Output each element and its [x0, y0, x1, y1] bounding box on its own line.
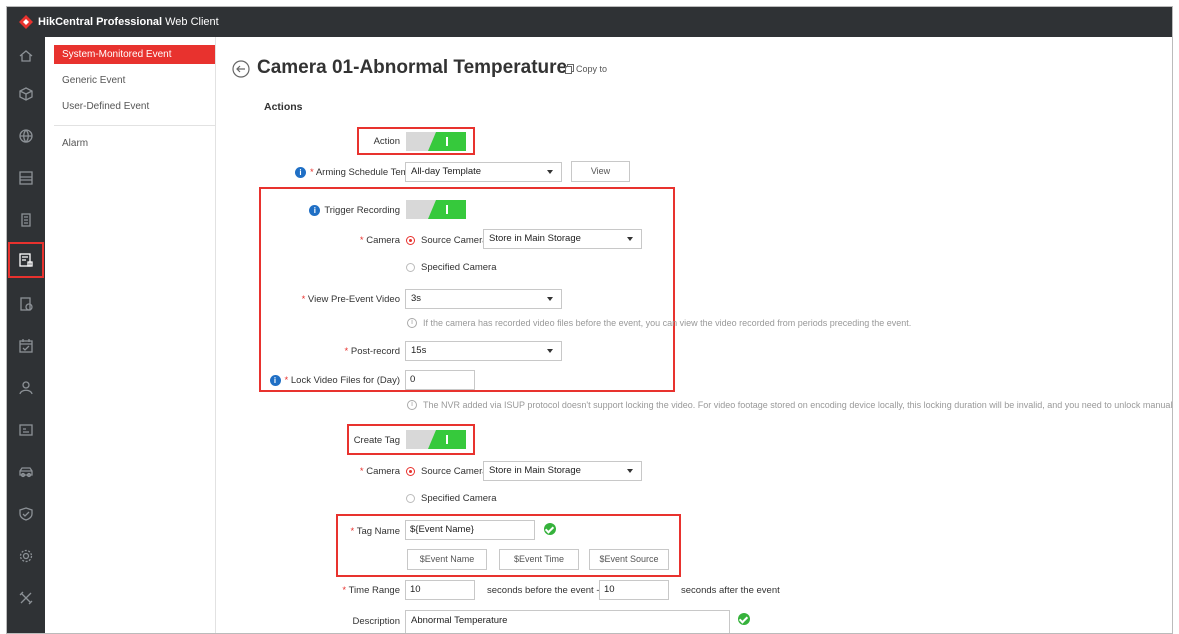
time-range-label: * Time Range — [342, 585, 400, 596]
submenu-item-system-monitored-event[interactable]: System-Monitored Event — [54, 45, 215, 64]
app-window: HikCentral Professional Web Client Syste… — [6, 6, 1173, 634]
radio-selected-icon — [406, 467, 415, 476]
info-icon: i — [309, 205, 321, 216]
section-title-actions: Actions — [264, 101, 303, 113]
trigger-recording-toggle[interactable] — [406, 200, 466, 219]
chevron-down-icon — [547, 170, 553, 174]
description-label: Description — [352, 616, 400, 627]
main-content: Camera 01-Abnormal Temperature Copy to A… — [217, 37, 1172, 633]
radio-unselected-icon — [406, 494, 415, 503]
tools-icon[interactable] — [7, 579, 45, 617]
action-label: Action — [373, 136, 400, 147]
brand-name: HikCentral Professional — [38, 16, 163, 28]
home-icon[interactable] — [7, 37, 45, 75]
lock-video-label: i * Lock Video Files for (Day) — [267, 375, 400, 386]
record-icon[interactable] — [7, 285, 45, 323]
submenu-divider — [54, 125, 215, 126]
camera-label-tag: * Camera — [359, 466, 400, 477]
chevron-down-icon — [627, 469, 633, 473]
insert-event-name-button[interactable]: $Event Name — [407, 549, 487, 570]
copy-to-link[interactable]: Copy to — [565, 64, 607, 74]
create-tag-toggle[interactable] — [406, 430, 466, 449]
create-tag-label: Create Tag — [353, 435, 400, 446]
submenu-item-generic-event[interactable]: Generic Event — [54, 71, 215, 90]
source-camera-radio[interactable]: Source Camera — [406, 235, 488, 246]
title-bar: HikCentral Professional Web Client — [7, 7, 1172, 37]
action-toggle[interactable] — [406, 132, 466, 151]
shield-icon[interactable] — [7, 495, 45, 533]
camera-label: * Camera — [359, 235, 400, 246]
brand-suffix: Web Client — [165, 16, 219, 28]
building-icon[interactable] — [7, 201, 45, 239]
valid-check-icon — [544, 523, 556, 535]
hikcentral-logo-icon — [19, 15, 33, 29]
globe-icon[interactable] — [7, 117, 45, 155]
post-record-label: * Post-record — [344, 346, 400, 357]
submenu-item-alarm[interactable]: Alarm — [54, 134, 215, 153]
trigger-recording-label: i Trigger Recording — [307, 205, 400, 216]
pre-event-hint: i If the camera has recorded video files … — [407, 318, 911, 328]
time-after-input[interactable]: 10 — [599, 580, 669, 600]
chevron-down-icon — [627, 237, 633, 241]
radio-unselected-icon — [406, 263, 415, 272]
description-textarea[interactable]: Abnormal Temperature — [405, 610, 730, 633]
pre-event-video-select[interactable]: 3s — [405, 289, 562, 309]
specified-camera-radio[interactable]: Specified Camera — [406, 262, 497, 273]
info-icon: i — [269, 375, 281, 386]
info-outline-icon: i — [407, 318, 417, 328]
info-icon: i — [295, 167, 306, 178]
source-camera-radio-tag[interactable]: Source Camera — [406, 466, 488, 477]
tag-name-label: * Tag Name — [350, 526, 400, 537]
vehicle-icon[interactable] — [7, 453, 45, 491]
radio-selected-icon — [406, 236, 415, 245]
storage-select-tag[interactable]: Store in Main Storage — [483, 461, 642, 481]
pre-event-video-label: * View Pre-Event Video — [301, 294, 400, 305]
time-after-text: seconds after the event — [681, 585, 780, 596]
copy-to-label: Copy to — [576, 64, 608, 74]
tag-name-input[interactable]: ${Event Name} — [405, 520, 535, 540]
cube-icon[interactable] — [7, 75, 45, 113]
info-outline-icon: i — [407, 400, 417, 410]
valid-check-icon — [738, 613, 750, 625]
insert-event-source-button[interactable]: $Event Source — [589, 549, 669, 570]
calendar-icon[interactable] — [7, 327, 45, 365]
event-submenu: System-Monitored Event Generic Event Use… — [45, 37, 216, 633]
arming-schedule-label: i * Arming Schedule Template — [295, 167, 429, 178]
gear-icon[interactable] — [7, 537, 45, 575]
arming-schedule-select[interactable]: All-day Template — [405, 162, 562, 182]
copy-icon — [565, 64, 574, 74]
storage-icon[interactable] — [7, 159, 45, 197]
storage-select[interactable]: Store in Main Storage — [483, 229, 642, 249]
event-config-icon[interactable] — [7, 241, 45, 279]
specified-camera-radio-tag[interactable]: Specified Camera — [406, 493, 497, 504]
lock-video-hint: i The NVR added via ISUP protocol doesn't… — [407, 400, 1172, 410]
person-icon[interactable] — [7, 369, 45, 407]
submenu-item-user-defined-event[interactable]: User-Defined Event — [54, 97, 215, 116]
time-before-text: seconds before the event - — [487, 585, 600, 596]
chevron-down-icon — [547, 349, 553, 353]
view-button[interactable]: View — [571, 161, 630, 182]
left-nav — [7, 37, 45, 633]
insert-event-time-button[interactable]: $Event Time — [499, 549, 579, 570]
id-card-icon[interactable] — [7, 411, 45, 449]
lock-video-days-input[interactable]: 0 — [405, 370, 475, 390]
chevron-down-icon — [547, 297, 553, 301]
page-title: Camera 01-Abnormal Temperature — [257, 57, 568, 78]
time-before-input[interactable]: 10 — [405, 580, 475, 600]
back-arrow-icon[interactable] — [232, 60, 250, 78]
post-record-select[interactable]: 15s — [405, 341, 562, 361]
